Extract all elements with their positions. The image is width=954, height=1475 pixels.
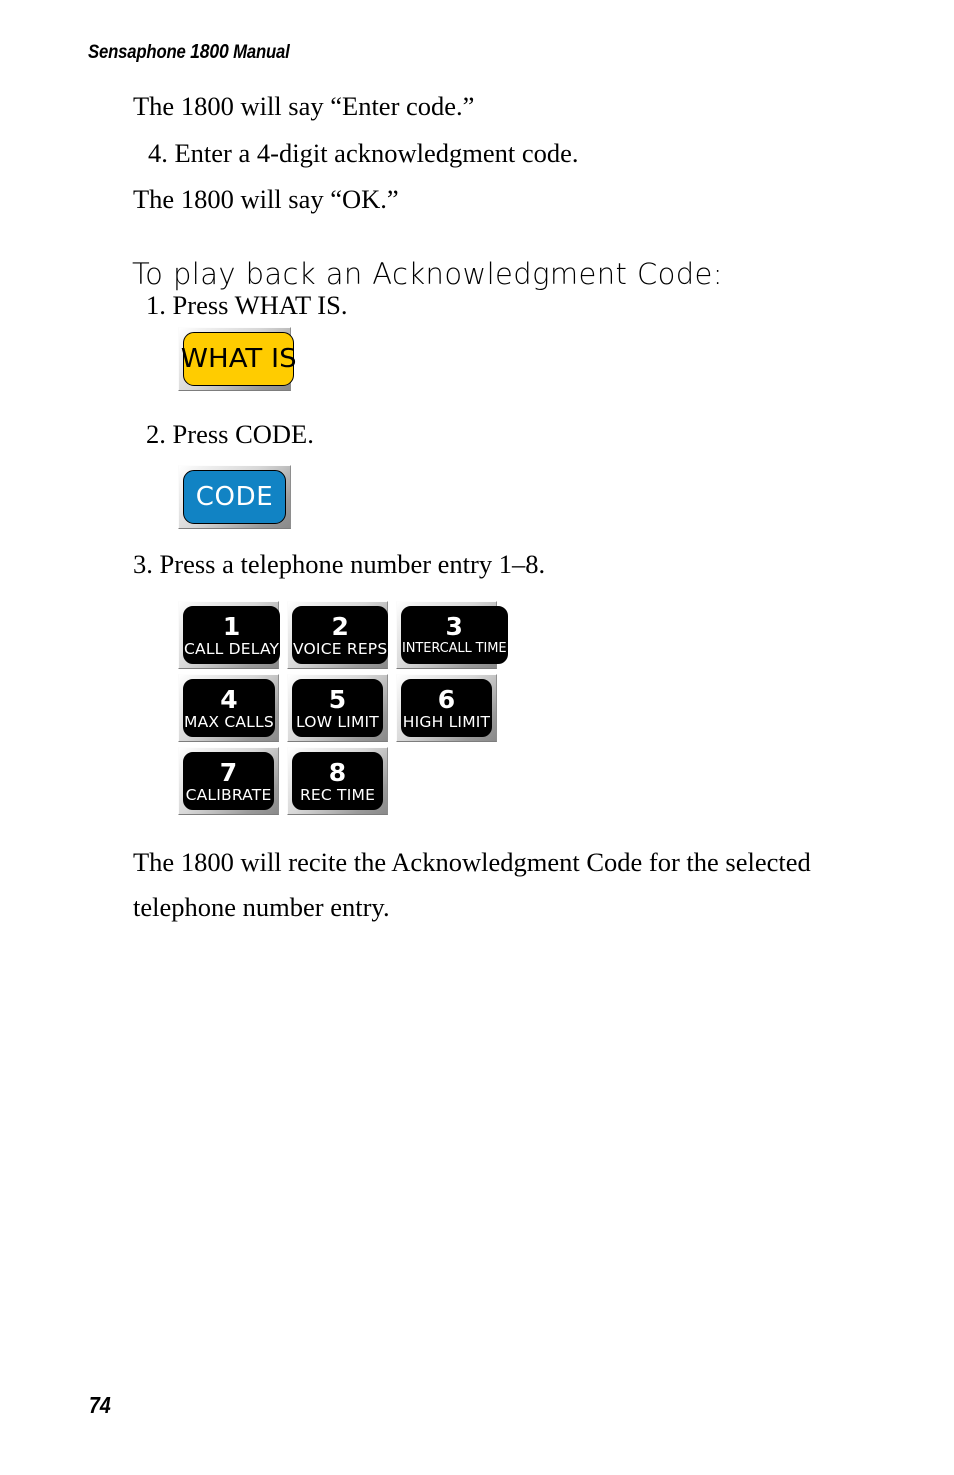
keypad-key-5-function: LOW LIMIT <box>296 712 379 731</box>
page-number: 74 <box>89 1392 111 1418</box>
what-is-key-illustration: WHAT IS <box>178 327 297 391</box>
running-header-prefix: Sensaphone <box>88 42 191 63</box>
manual-page: Sensaphone 1800 Manual The 1800 will say… <box>0 0 954 1475</box>
keypad-key-7-face: 7 CALIBRATE <box>183 752 274 810</box>
telephone-number-keypad-illustration: 1 CALL DELAY 2 VOICE REPS 3 INTERCALL TI… <box>178 601 508 815</box>
keypad-key-1-function: CALL DELAY <box>184 639 280 658</box>
keypad-key-5-digit: 5 <box>328 684 347 714</box>
keypad-key-5-face: 5 LOW LIMIT <box>292 679 383 737</box>
ok-line: The 1800 will say “OK.” <box>133 184 399 214</box>
keypad-key-4: 4 MAX CALLS <box>178 674 279 742</box>
keypad-key-3-face: 3 INTERCALL TIME <box>401 606 508 664</box>
code-key-label: CODE <box>195 482 274 512</box>
keypad-key-3-digit: 3 <box>445 611 463 641</box>
keypad-key-1: 1 CALL DELAY <box>178 601 281 669</box>
keypad-key-4-function: MAX CALLS <box>184 712 274 731</box>
keypad-key-6-digit: 6 <box>437 684 456 714</box>
step-4-text: 4. Enter a 4-digit acknowledgment code. <box>148 138 579 168</box>
step-3-text: 3. Press a telephone number entry 1–8. <box>133 549 546 579</box>
keypad-key-1-face: 1 CALL DELAY <box>183 606 281 664</box>
keypad-key-1-digit: 1 <box>222 611 241 641</box>
keypad-key-6: 6 HIGH LIMIT <box>396 674 497 742</box>
keypad-key-8-digit: 8 <box>328 757 347 787</box>
keypad-key-4-digit: 4 <box>220 684 238 714</box>
keypad-key-7-digit: 7 <box>219 757 238 787</box>
step-1-text: 1. Press WHAT IS. <box>146 290 348 320</box>
running-header: Sensaphone 1800 Manual <box>88 41 290 64</box>
keypad-key-6-function: HIGH LIMIT <box>402 712 491 731</box>
keypad-key-3: 3 INTERCALL TIME <box>396 601 508 669</box>
keypad-key-4-face: 4 MAX CALLS <box>183 679 275 737</box>
keypad-key-8-face: 8 REC TIME <box>292 752 383 810</box>
keypad-key-3-function: INTERCALL TIME <box>402 640 507 656</box>
keypad-key-2-function: VOICE REPS <box>293 639 388 658</box>
keypad-key-8-function: REC TIME <box>299 785 376 804</box>
keypad-key-2: 2 VOICE REPS <box>287 601 389 669</box>
keypad-key-8: 8 REC TIME <box>287 747 388 815</box>
keypad-key-2-face: 2 VOICE REPS <box>292 606 389 664</box>
code-key-illustration: CODE <box>178 465 291 529</box>
closing-paragraph: The 1800 will recite the Acknowledgment … <box>133 847 811 922</box>
keypad-key-7-function: CALIBRATE <box>185 785 272 804</box>
keypad-key-6-face: 6 HIGH LIMIT <box>401 679 492 737</box>
enter-code-line: The 1800 will say “Enter code.” <box>133 91 475 121</box>
running-header-suffix: Manual <box>228 42 290 63</box>
keypad-key-7: 7 CALIBRATE <box>178 747 279 815</box>
code-key-face: CODE <box>183 470 286 524</box>
what-is-key-label: WHAT IS <box>180 344 297 374</box>
keypad-key-2-digit: 2 <box>331 611 349 641</box>
step-2-text: 2. Press CODE. <box>146 419 314 449</box>
running-header-model: 1800 <box>190 41 229 63</box>
keypad-key-5: 5 LOW LIMIT <box>287 674 388 742</box>
what-is-key-face: WHAT IS <box>180 332 297 386</box>
